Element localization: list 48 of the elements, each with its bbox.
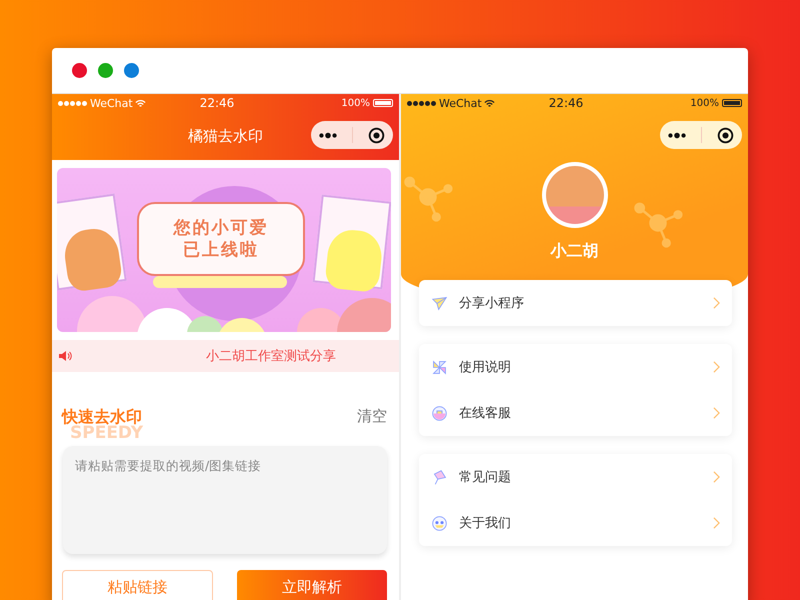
close-circle-icon[interactable] (717, 126, 734, 144)
menu-item[interactable]: 使用说明 (419, 344, 732, 390)
close-button[interactable] (72, 63, 87, 78)
basket-icon (431, 404, 448, 422)
chevron-right-icon (713, 407, 720, 419)
carrier-label: WeChat (439, 96, 482, 110)
menu-item[interactable]: 在线客服 (419, 390, 732, 436)
close-circle-icon[interactable] (368, 126, 386, 144)
smiley-face-icon (431, 514, 448, 532)
status-time: 22:46 (200, 96, 234, 110)
link-input-field[interactable]: 请粘贴需要提取的视频/图集链接 (63, 446, 387, 554)
banner-headline: 您的小可爱 已上线啦 (137, 202, 305, 276)
more-icon[interactable] (318, 132, 337, 138)
signal-icon (58, 100, 87, 106)
battery-percent: 100% (341, 98, 370, 108)
speaker-icon (58, 350, 72, 362)
nav-title: 橘猫去水印 (188, 126, 263, 146)
menu-item[interactable]: 分享小程序 (419, 280, 732, 326)
menu-item-label: 分享小程序 (459, 295, 524, 312)
wifi-icon (484, 98, 495, 108)
section-title: 快速去水印 (62, 408, 142, 426)
notice-text: 小二胡工作室测试分享 (206, 348, 336, 365)
chevron-right-icon (713, 471, 720, 483)
wifi-icon (134, 98, 146, 108)
menu-item[interactable]: 关于我们 (419, 500, 732, 546)
kite-icon (431, 468, 448, 486)
battery-icon (373, 99, 393, 107)
user-name: 小二胡 (550, 241, 598, 262)
menu-item-label: 关于我们 (459, 515, 511, 532)
signal-icon (407, 100, 436, 106)
menu-item-label: 常见问题 (459, 469, 511, 486)
battery-icon (722, 99, 742, 107)
section-watermark: SPEEDY (70, 425, 144, 442)
maximize-button[interactable] (124, 63, 139, 78)
menu-item-label: 使用说明 (459, 359, 511, 376)
menu-item-label: 在线客服 (459, 405, 511, 422)
pinwheel-icon (431, 358, 448, 376)
chevron-right-icon (713, 297, 720, 309)
battery-percent: 100% (690, 98, 719, 108)
chevron-right-icon (713, 517, 720, 529)
minimize-button[interactable] (98, 63, 113, 78)
paper-plane-icon (431, 294, 448, 312)
more-icon[interactable] (668, 132, 686, 138)
chevron-right-icon (713, 361, 720, 373)
clear-button[interactable]: 清空 (357, 407, 387, 426)
status-time: 22:46 (548, 96, 584, 110)
menu-item[interactable]: 常见问题 (419, 454, 732, 500)
carrier-label: WeChat (90, 96, 133, 110)
